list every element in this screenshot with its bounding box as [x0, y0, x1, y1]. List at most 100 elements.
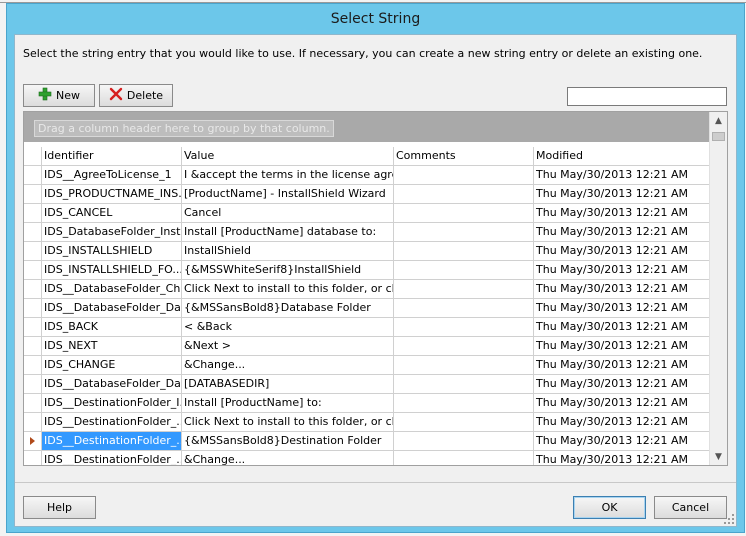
column-header-value[interactable]: Value — [182, 147, 394, 166]
search-input[interactable] — [567, 87, 727, 106]
row-indicator-cell[interactable] — [24, 432, 42, 451]
comments-cell[interactable] — [394, 413, 534, 432]
row-indicator-cell[interactable] — [24, 261, 42, 280]
modified-cell[interactable]: Thu May/30/2013 12:21 AM — [534, 375, 710, 394]
identifier-cell[interactable]: IDS_CANCEL — [42, 204, 182, 223]
new-button[interactable]: New — [23, 84, 95, 107]
value-cell[interactable]: Click Next to install to this folder, or… — [182, 280, 394, 299]
row-indicator-cell[interactable] — [24, 204, 42, 223]
value-cell[interactable]: InstallShield — [182, 242, 394, 261]
table-row[interactable]: IDS_CHANGE &Change... Thu May/30/2013 12:2… — [24, 356, 710, 375]
cancel-button[interactable]: Cancel — [654, 496, 727, 519]
comments-cell[interactable] — [394, 375, 534, 394]
modified-cell[interactable]: Thu May/30/2013 12:21 AM — [534, 356, 710, 375]
value-cell[interactable]: {&MSSansBold8}Destination Folder — [182, 432, 394, 451]
comments-cell[interactable] — [394, 242, 534, 261]
row-indicator-cell[interactable] — [24, 166, 42, 185]
comments-cell[interactable] — [394, 280, 534, 299]
table-row[interactable]: IDS__DatabaseFolder_Da... {&MSSansBold8}D… — [24, 299, 710, 318]
comments-cell[interactable] — [394, 166, 534, 185]
table-row[interactable]: IDS__DestinationFolder_... {&MSSansBold8}… — [24, 432, 710, 451]
scroll-thumb[interactable] — [712, 132, 725, 141]
modified-cell[interactable]: Thu May/30/2013 12:21 AM — [534, 318, 710, 337]
row-indicator-cell[interactable] — [24, 223, 42, 242]
value-cell[interactable]: Click Next to install to this folder, or… — [182, 413, 394, 432]
value-cell[interactable]: {&MSSWhiteSerif8}InstallShield — [182, 261, 394, 280]
comments-cell[interactable] — [394, 451, 534, 465]
value-cell[interactable]: &Change... — [182, 356, 394, 375]
vertical-scrollbar[interactable]: ▲ ▼ — [709, 112, 727, 465]
modified-cell[interactable]: Thu May/30/2013 12:21 AM — [534, 185, 710, 204]
row-indicator-cell[interactable] — [24, 451, 42, 465]
identifier-cell[interactable]: IDS_NEXT — [42, 337, 182, 356]
column-header-identifier[interactable]: Identifier — [42, 147, 182, 166]
row-indicator-cell[interactable] — [24, 413, 42, 432]
row-indicator-cell[interactable] — [24, 185, 42, 204]
column-header-modified[interactable]: Modified — [534, 147, 710, 166]
table-row[interactable]: IDS__DestinationFolder_... &Change... Thu … — [24, 451, 710, 465]
identifier-cell[interactable]: IDS__DestinationFolder_I... — [42, 394, 182, 413]
value-cell[interactable]: {&MSSansBold8}Database Folder — [182, 299, 394, 318]
identifier-cell[interactable]: IDS__DestinationFolder_... — [42, 432, 182, 451]
identifier-cell[interactable]: IDS__DatabaseFolder_Ch... — [42, 280, 182, 299]
comments-cell[interactable] — [394, 204, 534, 223]
comments-cell[interactable] — [394, 394, 534, 413]
identifier-cell[interactable]: IDS_PRODUCTNAME_INS... — [42, 185, 182, 204]
row-indicator-cell[interactable] — [24, 280, 42, 299]
table-row[interactable]: IDS_INSTALLSHIELD_FO... {&MSSWhiteSerif8}… — [24, 261, 710, 280]
resize-grip-icon[interactable] — [724, 514, 734, 524]
modified-cell[interactable]: Thu May/30/2013 12:21 AM — [534, 261, 710, 280]
identifier-cell[interactable]: IDS__AgreeToLicense_1 — [42, 166, 182, 185]
table-row[interactable]: IDS_CANCEL Cancel Thu May/30/2013 12:21 AM — [24, 204, 710, 223]
table-row[interactable]: IDS__AgreeToLicense_1 I &accept the terms… — [24, 166, 710, 185]
identifier-cell[interactable]: IDS_DatabaseFolder_Inst... — [42, 223, 182, 242]
modified-cell[interactable]: Thu May/30/2013 12:21 AM — [534, 223, 710, 242]
modified-cell[interactable]: Thu May/30/2013 12:21 AM — [534, 394, 710, 413]
table-row[interactable]: IDS_NEXT &Next > Thu May/30/2013 12:21 AM — [24, 337, 710, 356]
value-cell[interactable]: Install [ProductName] to: — [182, 394, 394, 413]
delete-button[interactable]: Delete — [99, 84, 173, 107]
modified-cell[interactable]: Thu May/30/2013 12:21 AM — [534, 337, 710, 356]
value-cell[interactable]: Install [ProductName] database to: — [182, 223, 394, 242]
value-cell[interactable]: &Change... — [182, 451, 394, 465]
modified-cell[interactable]: Thu May/30/2013 12:21 AM — [534, 280, 710, 299]
group-by-panel[interactable]: Drag a column header here to group by th… — [24, 112, 710, 142]
modified-cell[interactable]: Thu May/30/2013 12:21 AM — [534, 242, 710, 261]
comments-cell[interactable] — [394, 185, 534, 204]
identifier-cell[interactable]: IDS_BACK — [42, 318, 182, 337]
table-row[interactable]: IDS_DatabaseFolder_Inst... Install [Produ… — [24, 223, 710, 242]
scroll-down-icon[interactable]: ▼ — [710, 448, 727, 465]
table-row[interactable]: IDS__DestinationFolder_... Click Next to … — [24, 413, 710, 432]
dialog-title[interactable]: Select String — [7, 4, 744, 34]
ok-button[interactable]: OK — [573, 496, 646, 519]
identifier-cell[interactable]: IDS__DatabaseFolder_Da... — [42, 299, 182, 318]
modified-cell[interactable]: Thu May/30/2013 12:21 AM — [534, 166, 710, 185]
row-indicator-cell[interactable] — [24, 299, 42, 318]
row-indicator-cell[interactable] — [24, 337, 42, 356]
row-indicator-cell[interactable] — [24, 318, 42, 337]
modified-cell[interactable]: Thu May/30/2013 12:21 AM — [534, 204, 710, 223]
table-row[interactable]: IDS__DestinationFolder_I... Install [Prod… — [24, 394, 710, 413]
help-button[interactable]: Help — [23, 496, 96, 519]
row-indicator-cell[interactable] — [24, 375, 42, 394]
value-cell[interactable]: I &accept the terms in the license agree… — [182, 166, 394, 185]
identifier-cell[interactable]: IDS__DestinationFolder_... — [42, 451, 182, 465]
value-cell[interactable]: [ProductName] - InstallShield Wizard — [182, 185, 394, 204]
modified-cell[interactable]: Thu May/30/2013 12:21 AM — [534, 413, 710, 432]
value-cell[interactable]: Cancel — [182, 204, 394, 223]
table-row[interactable]: IDS__DatabaseFolder_Da... [DATABASEDIR] Th… — [24, 375, 710, 394]
table-row[interactable]: IDS__DatabaseFolder_Ch... Click Next to i… — [24, 280, 710, 299]
comments-cell[interactable] — [394, 432, 534, 451]
value-cell[interactable]: < &Back — [182, 318, 394, 337]
scroll-up-icon[interactable]: ▲ — [710, 112, 727, 129]
identifier-cell[interactable]: IDS_INSTALLSHIELD_FO... — [42, 261, 182, 280]
table-row[interactable]: IDS_PRODUCTNAME_INS... [ProductName] - In… — [24, 185, 710, 204]
modified-cell[interactable]: Thu May/30/2013 12:21 AM — [534, 299, 710, 318]
modified-cell[interactable]: Thu May/30/2013 12:21 AM — [534, 451, 710, 465]
table-row[interactable]: IDS_BACK < &Back Thu May/30/2013 12:21 AM — [24, 318, 710, 337]
comments-cell[interactable] — [394, 299, 534, 318]
table-row[interactable]: IDS_INSTALLSHIELD InstallShield Thu May/30… — [24, 242, 710, 261]
identifier-cell[interactable]: IDS_INSTALLSHIELD — [42, 242, 182, 261]
row-indicator-cell[interactable] — [24, 242, 42, 261]
value-cell[interactable]: [DATABASEDIR] — [182, 375, 394, 394]
